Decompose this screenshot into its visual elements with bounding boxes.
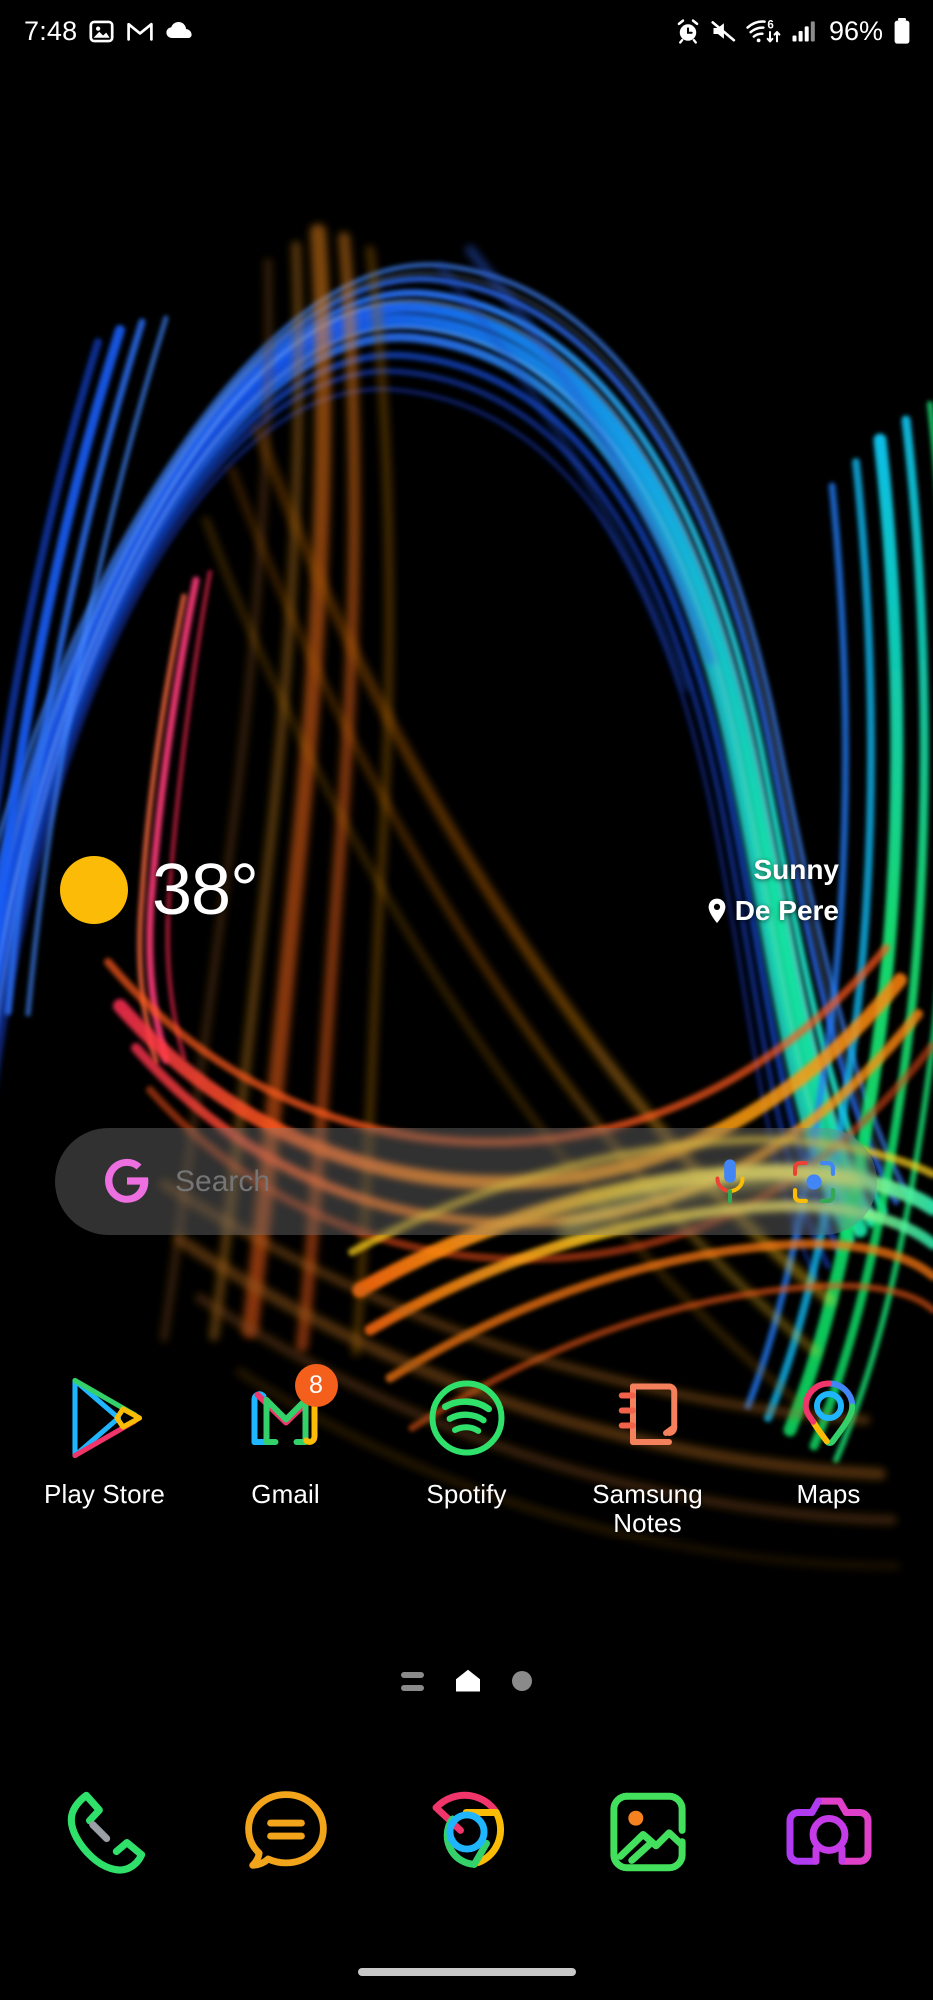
app-gmail[interactable]: 8 Gmail xyxy=(200,1370,372,1538)
app-label: Spotify xyxy=(426,1480,506,1509)
weather-temperature: 38° xyxy=(152,854,258,926)
app-list-indicator[interactable] xyxy=(401,1672,424,1691)
weather-condition: Sunny xyxy=(706,851,839,889)
weather-widget[interactable]: 38° Sunny De Pere xyxy=(60,825,873,955)
dock-chrome[interactable] xyxy=(381,1780,553,1884)
wallpaper-art xyxy=(0,0,933,2000)
gallery-icon xyxy=(596,1780,700,1884)
app-samsung-notes[interactable]: Samsung Notes xyxy=(562,1370,734,1538)
wifi-icon: 6 xyxy=(746,18,782,45)
gmail-notification-badge: 8 xyxy=(295,1364,338,1407)
app-grid: Play Store 8 Gmail xyxy=(0,1370,933,1538)
status-clock: 7:48 xyxy=(24,18,77,45)
dock-phone[interactable] xyxy=(19,1780,191,1884)
status-bar[interactable]: 7:48 xyxy=(0,0,933,62)
page-indicator[interactable] xyxy=(0,1668,933,1694)
phone-icon-wrap xyxy=(53,1780,157,1884)
location-pin-icon xyxy=(706,897,728,925)
messages-icon-wrap xyxy=(234,1780,338,1884)
app-label: Gmail xyxy=(251,1480,319,1509)
cloud-icon xyxy=(165,21,193,41)
camera-icon xyxy=(777,1780,881,1884)
home-page-indicator[interactable] xyxy=(454,1668,482,1694)
dock-gallery[interactable] xyxy=(562,1780,734,1884)
phone-icon xyxy=(53,1780,157,1884)
status-bar-left: 7:48 xyxy=(24,18,193,45)
google-search-bar[interactable] xyxy=(55,1128,877,1235)
app-spotify[interactable]: Spotify xyxy=(381,1370,553,1538)
play-store-icon xyxy=(57,1370,153,1466)
app-label: Play Store xyxy=(44,1480,165,1509)
google-maps-icon xyxy=(781,1370,877,1466)
alarm-icon xyxy=(675,18,701,44)
samsung-notes-icon xyxy=(600,1370,696,1466)
page-2-indicator[interactable] xyxy=(512,1671,532,1691)
sunny-icon xyxy=(60,856,128,924)
camera-icon-wrap xyxy=(777,1780,881,1884)
wallpaper xyxy=(0,0,933,2000)
app-maps[interactable]: Maps xyxy=(743,1370,915,1538)
photos-icon xyxy=(88,18,115,45)
weather-location: De Pere xyxy=(735,893,839,929)
app-label: Maps xyxy=(797,1480,861,1509)
android-home-screen: 7:48 xyxy=(0,0,933,2000)
battery-full-icon xyxy=(893,17,911,45)
search-input[interactable] xyxy=(155,1128,711,1235)
dock-messages[interactable] xyxy=(200,1780,372,1884)
dock-camera[interactable] xyxy=(743,1780,915,1884)
navigation-bar[interactable] xyxy=(0,1944,933,2000)
chrome-icon-wrap xyxy=(415,1780,519,1884)
app-label: Samsung Notes xyxy=(562,1480,734,1538)
gmail-icon-wrap: 8 xyxy=(238,1370,334,1466)
samsung-notes-icon-wrap xyxy=(600,1370,696,1466)
chrome-icon xyxy=(415,1780,519,1884)
microphone-icon[interactable] xyxy=(711,1157,749,1207)
spotify-icon xyxy=(419,1370,515,1466)
dock xyxy=(0,1780,933,1884)
svg-text:6: 6 xyxy=(767,19,773,31)
google-g-icon xyxy=(99,1154,155,1210)
search-actions xyxy=(711,1157,837,1207)
play-store-icon-wrap xyxy=(57,1370,153,1466)
weather-location-row: De Pere xyxy=(706,893,839,929)
status-bar-right: 6 96% xyxy=(675,17,911,45)
indicator-line xyxy=(401,1672,424,1678)
home-gesture-pill[interactable] xyxy=(358,1968,576,1976)
cellular-signal-icon xyxy=(791,19,818,43)
gallery-icon-wrap xyxy=(596,1780,700,1884)
google-lens-icon[interactable] xyxy=(791,1159,837,1205)
weather-current: 38° xyxy=(60,854,258,926)
spotify-icon-wrap xyxy=(419,1370,515,1466)
gmail-icon xyxy=(126,19,154,43)
weather-details: Sunny De Pere xyxy=(706,851,873,929)
app-play-store[interactable]: Play Store xyxy=(19,1370,191,1538)
battery-percent: 96% xyxy=(829,18,883,45)
mute-icon xyxy=(710,19,737,43)
google-maps-icon-wrap xyxy=(781,1370,877,1466)
messages-icon xyxy=(234,1780,338,1884)
indicator-line xyxy=(401,1685,424,1691)
